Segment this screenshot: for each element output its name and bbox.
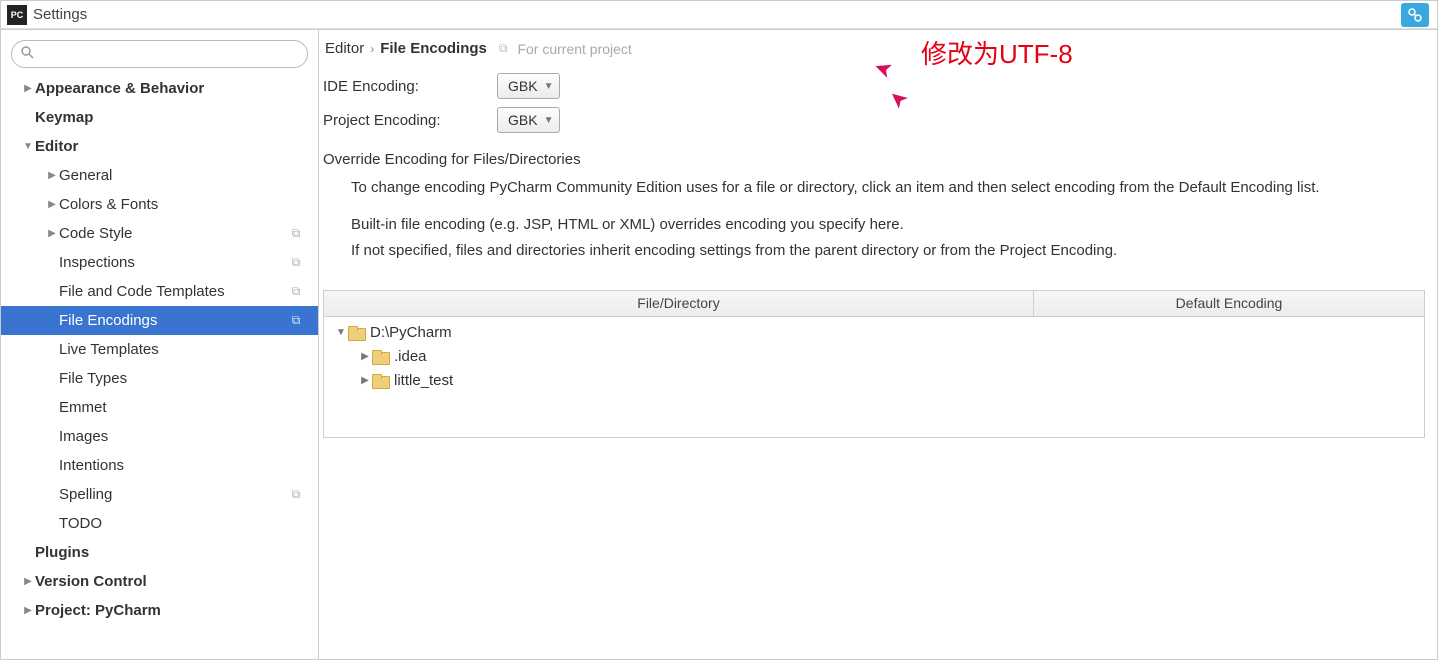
ide-encoding-label: IDE Encoding:	[323, 78, 489, 95]
annotation-text: 修改为UTF-8	[921, 34, 1073, 71]
file-tree-label: D:\PyCharm	[370, 324, 452, 341]
sidebar-item-label: Keymap	[35, 109, 312, 126]
table-header: File/Directory Default Encoding	[324, 291, 1424, 317]
project-encoding-value: GBK	[508, 112, 538, 128]
sidebar-item[interactable]: File Types	[1, 364, 318, 393]
sidebar-item[interactable]: Live Templates	[1, 335, 318, 364]
tree-toggle-icon[interactable]: ▶	[358, 351, 372, 362]
sidebar-item-label: Live Templates	[59, 341, 312, 358]
main-panel: Editor › File Encodings ⧉ For current pr…	[319, 30, 1437, 659]
chevron-down-icon: ▼	[544, 81, 554, 92]
tree-toggle-icon[interactable]: ▶	[45, 170, 59, 181]
sidebar-item-label: Editor	[35, 138, 312, 155]
sidebar-item[interactable]: File Encodings⧉	[1, 306, 318, 335]
sidebar-item-label: Colors & Fonts	[59, 196, 312, 213]
help-text: To change encoding PyCharm Community Edi…	[351, 176, 1373, 199]
tree-toggle-icon[interactable]: ▼	[21, 141, 35, 152]
chevron-down-icon: ▼	[544, 115, 554, 126]
sidebar-item-label: Images	[59, 428, 312, 445]
file-tree-row[interactable]: ▶ little_test	[324, 369, 1424, 393]
search-icon	[21, 46, 34, 62]
sidebar-item[interactable]: TODO	[1, 509, 318, 538]
app-icon: PC	[7, 5, 27, 25]
breadcrumb-sep: ›	[370, 42, 374, 56]
sidebar-item-label: Plugins	[35, 544, 312, 561]
window-title: Settings	[33, 6, 87, 23]
sidebar-item[interactable]: ▼Editor	[1, 132, 318, 161]
col-encoding[interactable]: Default Encoding	[1034, 291, 1424, 316]
tree-toggle-icon[interactable]: ▼	[334, 327, 348, 338]
help-text: Built-in file encoding (e.g. JSP, HTML o…	[351, 213, 1373, 236]
settings-window: PC Settings ▶Appearance & BehaviorKeymap…	[0, 0, 1438, 660]
project-encoding-label: Project Encoding:	[323, 112, 489, 129]
sidebar-item-label: Spelling	[59, 486, 288, 503]
file-tree-label: little_test	[394, 372, 453, 389]
file-tree-label: .idea	[394, 348, 427, 365]
help-text: If not specified, files and directories …	[351, 239, 1373, 262]
sidebar-item[interactable]: ▶Version Control	[1, 567, 318, 596]
sidebar-item[interactable]: Keymap	[1, 103, 318, 132]
sidebar-item-label: Project: PyCharm	[35, 602, 312, 619]
sidebar-item[interactable]: Inspections⧉	[1, 248, 318, 277]
sidebar-item-label: Version Control	[35, 573, 312, 590]
breadcrumb-current: File Encodings	[380, 40, 487, 57]
project-scope-icon: ⧉	[288, 226, 304, 242]
sidebar-item[interactable]: Intentions	[1, 451, 318, 480]
sidebar-item-label: TODO	[59, 515, 312, 532]
file-tree[interactable]: ▼ D:\PyCharm ▶ .idea ▶ little_test	[324, 317, 1424, 437]
sidebar-item[interactable]: Images	[1, 422, 318, 451]
sidebar-item[interactable]: Spelling⧉	[1, 480, 318, 509]
tree-toggle-icon[interactable]: ▶	[45, 228, 59, 239]
tree-toggle-icon[interactable]: ▶	[21, 605, 35, 616]
sidebar-item[interactable]: File and Code Templates⧉	[1, 277, 318, 306]
project-scope-icon: ⧉	[288, 284, 304, 300]
folder-icon	[372, 374, 390, 388]
ide-encoding-value: GBK	[508, 78, 538, 94]
sidebar-item[interactable]: ▶Appearance & Behavior	[1, 74, 318, 103]
sidebar-item-label: Appearance & Behavior	[35, 80, 312, 97]
ide-encoding-combo[interactable]: GBK ▼	[497, 73, 560, 99]
sidebar-item-label: Code Style	[59, 225, 288, 242]
sidebar-item-label: General	[59, 167, 312, 184]
scope-icon: ⧉	[499, 41, 508, 56]
tree-toggle-icon[interactable]: ▶	[45, 199, 59, 210]
breadcrumb-hint: For current project	[517, 41, 631, 57]
search-input[interactable]	[11, 40, 308, 68]
tree-toggle-icon[interactable]: ▶	[358, 375, 372, 386]
breadcrumb: Editor › File Encodings ⧉ For current pr…	[323, 40, 1425, 65]
project-scope-icon: ⧉	[288, 313, 304, 329]
override-title: Override Encoding for Files/Directories	[323, 151, 1425, 168]
sidebar-item-label: File and Code Templates	[59, 283, 288, 300]
sidebar-item[interactable]: Plugins	[1, 538, 318, 567]
breadcrumb-parent: Editor	[325, 40, 364, 57]
file-tree-row[interactable]: ▶ .idea	[324, 345, 1424, 369]
settings-sidebar: ▶Appearance & BehaviorKeymap▼Editor▶Gene…	[1, 30, 319, 659]
col-file[interactable]: File/Directory	[324, 291, 1034, 316]
sidebar-item[interactable]: ▶Project: PyCharm	[1, 596, 318, 625]
sidebar-item[interactable]: ▶Code Style⧉	[1, 219, 318, 248]
sidebar-item-label: Intentions	[59, 457, 312, 474]
folder-icon	[372, 350, 390, 364]
file-tree-row[interactable]: ▼ D:\PyCharm	[324, 321, 1424, 345]
sidebar-item[interactable]: ▶General	[1, 161, 318, 190]
titlebar: PC Settings	[1, 1, 1437, 29]
toolbar-icon[interactable]	[1401, 3, 1429, 27]
sidebar-item[interactable]: ▶Colors & Fonts	[1, 190, 318, 219]
search-box	[11, 40, 308, 68]
sidebar-item-label: Inspections	[59, 254, 288, 271]
project-scope-icon: ⧉	[288, 255, 304, 271]
sidebar-item-label: File Types	[59, 370, 312, 387]
project-encoding-combo[interactable]: GBK ▼	[497, 107, 560, 133]
tree-toggle-icon[interactable]: ▶	[21, 576, 35, 587]
folder-icon	[348, 326, 366, 340]
override-help: To change encoding PyCharm Community Edi…	[323, 176, 1383, 290]
project-scope-icon: ⧉	[288, 487, 304, 503]
sidebar-item-label: Emmet	[59, 399, 312, 416]
encoding-table: File/Directory Default Encoding ▼ D:\PyCh…	[323, 290, 1425, 438]
tree-toggle-icon[interactable]: ▶	[21, 83, 35, 94]
settings-tree[interactable]: ▶Appearance & BehaviorKeymap▼Editor▶Gene…	[1, 74, 318, 659]
sidebar-item-label: File Encodings	[59, 312, 288, 329]
sidebar-item[interactable]: Emmet	[1, 393, 318, 422]
